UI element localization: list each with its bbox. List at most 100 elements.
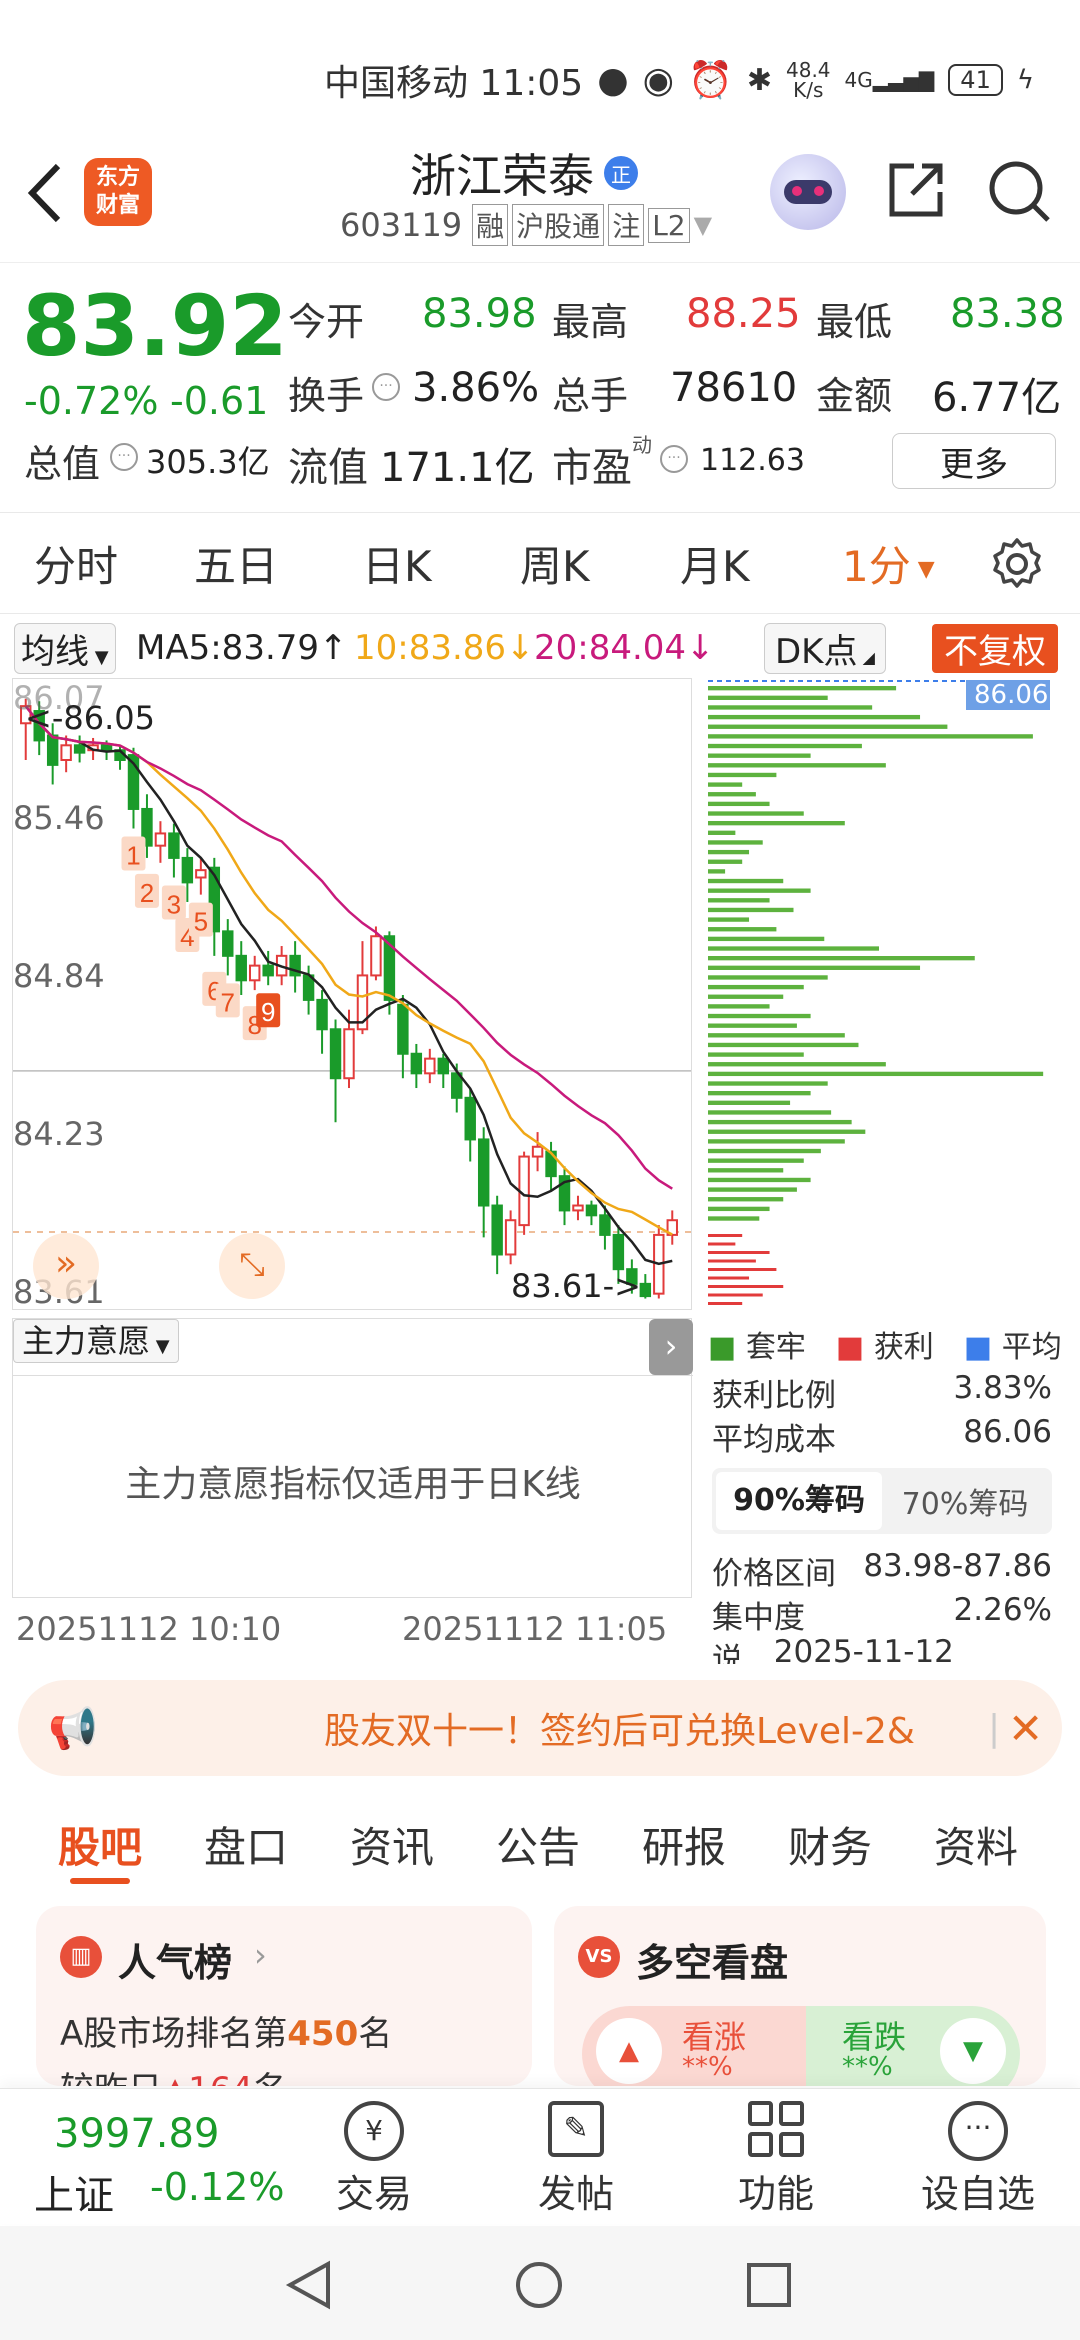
bull-bear-card[interactable]: VS 多空看盘 ▲ 看涨 **% 看跌 **% ▼ xyxy=(554,1906,1046,2086)
back-triangle-icon[interactable] xyxy=(284,2260,334,2310)
nav-trade[interactable]: ¥ 交易 xyxy=(294,2101,454,2218)
candle xyxy=(235,954,247,982)
candle xyxy=(60,744,72,761)
tab-90-chips[interactable]: 90%筹码 xyxy=(716,1472,882,1530)
tab-pankou[interactable]: 盘口 xyxy=(204,1814,288,1875)
tab-profile[interactable]: 资料 xyxy=(934,1814,1018,1875)
ma-selector[interactable]: 均线 ▼ xyxy=(14,622,116,674)
tab-research[interactable]: 研报 xyxy=(642,1814,726,1875)
low-value: 83.38 xyxy=(950,291,1065,337)
chip-bar-trapped xyxy=(708,830,736,835)
chip-bar-trapped xyxy=(708,1110,832,1115)
index-pct[interactable]: -0.12% xyxy=(150,2165,284,2209)
chip-bar-trapped xyxy=(708,1042,859,1048)
candle xyxy=(222,930,234,957)
next-indicator-icon[interactable]: › xyxy=(649,1319,693,1375)
home-circle-icon[interactable] xyxy=(514,2260,564,2310)
candle xyxy=(168,832,180,859)
legend-trapped: ■ 套牢 xyxy=(708,1330,806,1365)
more-button[interactable]: 更多 xyxy=(892,433,1056,489)
nav-functions[interactable]: 功能 xyxy=(696,2101,856,2218)
chip-bar-trapped xyxy=(708,859,743,864)
chip-bar-trapped xyxy=(708,840,763,845)
promo-banner[interactable]: 📢 股友双十一！签约后可兑换Level-2& | ✕ xyxy=(18,1680,1062,1776)
candle xyxy=(181,856,194,884)
chip-distribution: 86.06 xyxy=(708,678,1050,1310)
chip-bar-trapped xyxy=(708,849,750,855)
popularity-card[interactable]: ▥ 人气榜 › A股市场排名第450名 较昨日▲164名 xyxy=(36,1906,532,2086)
tab-daily[interactable]: 日K xyxy=(362,533,432,594)
grid-icon xyxy=(748,2101,804,2157)
app-logo[interactable]: 东方财富 xyxy=(84,158,152,226)
candle xyxy=(397,1003,409,1055)
chart-bar-icon: ▥ xyxy=(60,1936,102,1978)
tab-70-chips[interactable]: 70%筹码 xyxy=(882,1479,1048,1523)
tab-intraday[interactable]: 分时 xyxy=(34,533,118,594)
candle xyxy=(424,1057,436,1075)
net-speed: 48.4 K/s xyxy=(786,58,831,102)
fullscreen-icon[interactable]: ⤡ xyxy=(219,1233,285,1299)
nav-post[interactable]: ✎ 发帖 xyxy=(496,2101,656,2218)
kline-chart[interactable]: 123456789 86.07 85.46 84.84 84.23 83.61 … xyxy=(12,678,692,1310)
candle xyxy=(262,964,274,977)
dk-selector[interactable]: DK点 ◢ xyxy=(764,622,886,674)
nav-add-watchlist[interactable]: ··· 设自选 xyxy=(898,2101,1058,2218)
candle xyxy=(531,1145,544,1158)
tab-weekly[interactable]: 周K xyxy=(520,533,590,594)
td-signal: 7 xyxy=(221,987,235,1017)
tab-guba[interactable]: 股吧 xyxy=(58,1814,142,1875)
chip-bar-trapped xyxy=(708,1129,866,1134)
rank-line: A股市场排名第450名 xyxy=(60,2014,393,2054)
chip-bar-profit xyxy=(708,1302,743,1305)
search-icon[interactable] xyxy=(986,158,1052,224)
chip-bar-trapped xyxy=(708,1168,784,1173)
chip-bar-trapped xyxy=(708,956,975,961)
candle xyxy=(491,1204,503,1256)
expand-panel-icon[interactable]: » xyxy=(33,1233,99,1299)
index-name[interactable]: 上证 xyxy=(34,2163,114,2221)
chip-bar-trapped xyxy=(708,1216,760,1221)
chip-bar-trapped xyxy=(708,994,784,999)
arrow-up-icon: ▲ xyxy=(596,2018,662,2084)
info-icon[interactable]: ··· xyxy=(372,373,400,401)
td-signal: 1 xyxy=(126,841,140,871)
info-icon[interactable]: ··· xyxy=(660,445,688,473)
candle xyxy=(572,1204,584,1212)
candle xyxy=(599,1214,611,1236)
y-label: 84.23 xyxy=(13,1115,105,1153)
index-value[interactable]: 3997.89 xyxy=(54,2111,219,2157)
vote-down-button[interactable]: 看跌 **% ▼ xyxy=(806,2006,1020,2086)
back-icon[interactable] xyxy=(20,158,70,228)
indicator-selector[interactable]: 主力意愿 ▼ xyxy=(13,1319,179,1363)
tag: 注 xyxy=(608,204,645,246)
more-dots-icon: ··· xyxy=(948,2101,1008,2161)
tab-1min[interactable]: 1分 ▼ xyxy=(842,533,935,594)
tab-5day[interactable]: 五日 xyxy=(194,533,278,594)
volume-label: 总手 xyxy=(552,374,629,418)
ma10-value: 10:83.86↓ xyxy=(354,628,535,668)
indicator-message: 主力意愿指标仅适用于日K线 xyxy=(125,1464,581,1505)
popularity-title: 人气榜 xyxy=(118,1941,233,1985)
tab-announcements[interactable]: 公告 xyxy=(496,1814,580,1875)
share-icon[interactable] xyxy=(884,158,948,222)
pe-sup: 动 xyxy=(632,433,652,457)
tab-finance[interactable]: 财务 xyxy=(788,1814,872,1875)
mktcap-label: 总值 xyxy=(24,442,101,486)
open-value: 83.98 xyxy=(422,291,537,337)
low-annotation: 83.61-> xyxy=(511,1267,641,1305)
close-icon[interactable]: ✕ xyxy=(1008,1704,1043,1753)
mktcap-value: 305.3亿 xyxy=(146,443,270,481)
chip-bar-trapped xyxy=(708,792,756,797)
tab-monthly[interactable]: 月K xyxy=(680,533,750,594)
vote-up-button[interactable]: ▲ 看涨 **% xyxy=(582,2006,806,2086)
chevron-down-icon[interactable]: ▼ xyxy=(694,211,712,239)
tab-news[interactable]: 资讯 xyxy=(350,1814,434,1875)
chip-bar-trapped xyxy=(708,686,897,691)
info-icon[interactable]: ··· xyxy=(110,443,138,471)
candle xyxy=(249,964,261,982)
adjust-button[interactable]: 不复权 xyxy=(932,623,1058,673)
settings-gear-icon[interactable] xyxy=(990,537,1044,601)
td-signal: 3 xyxy=(167,889,181,919)
robot-assistant-icon[interactable] xyxy=(770,154,846,230)
recents-square-icon[interactable] xyxy=(746,2262,792,2308)
